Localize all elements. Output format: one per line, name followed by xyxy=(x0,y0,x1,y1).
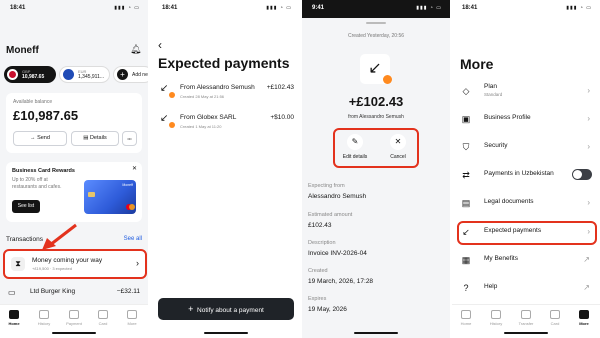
grid-icon xyxy=(579,310,589,319)
tab-card[interactable]: Card xyxy=(89,310,117,326)
home-icon xyxy=(9,310,19,319)
chip-icon xyxy=(88,192,95,197)
grid-icon xyxy=(127,310,137,319)
see-all-link[interactable]: See all xyxy=(124,236,142,242)
status-bar: 9:41 ▮▮▮ ◔ ▭ xyxy=(302,0,450,18)
card-icon: ▭ xyxy=(8,288,16,297)
account-chip-eur[interactable]: EUR 1,345,911... xyxy=(59,66,110,83)
tab-card[interactable]: Card xyxy=(541,310,569,326)
tab-history[interactable]: History xyxy=(482,310,510,326)
tab-more[interactable]: More xyxy=(118,310,146,326)
details-button[interactable]: ▤ Details xyxy=(71,131,119,146)
external-link-icon: ↗ xyxy=(583,255,590,264)
home-indicator xyxy=(504,332,548,334)
page-title: More xyxy=(460,56,494,72)
see-list-button[interactable]: See list xyxy=(12,200,40,213)
status-time: 18:41 xyxy=(462,5,478,11)
tx-title: Ltd Burger King xyxy=(30,288,76,295)
pending-badge-icon xyxy=(383,75,392,84)
home-indicator xyxy=(354,332,398,334)
close-icon[interactable]: ✕ xyxy=(132,165,137,172)
plus-icon: + xyxy=(117,69,128,80)
payment-amount: +£102.43 xyxy=(348,94,404,109)
plus-icon: + xyxy=(188,304,194,314)
balance-card: Available balance £10,987.65 → Send ▤ De… xyxy=(6,93,142,153)
card-icon xyxy=(98,310,108,319)
external-link-icon: ↗ xyxy=(583,283,590,292)
chevron-right-icon: › xyxy=(587,114,590,123)
expected-item[interactable]: ↙ From Alessandro Semush Created 28 May … xyxy=(152,80,300,106)
status-icons: ▮▮▮ ◔ ▭ xyxy=(266,5,292,11)
menu-item-plan[interactable]: ◇ Plan Standard › xyxy=(460,82,592,102)
more-screen: 18:41 ▮▮▮ ◔ ▭ More ◇ Plan Standard › ▣ B… xyxy=(452,0,600,338)
app-logo: Moneff xyxy=(6,45,39,56)
status-icons: ▮▮▮ ◔ ▭ xyxy=(566,5,592,11)
chevron-right-icon: › xyxy=(587,142,590,151)
business-card-image: Moneff xyxy=(84,180,136,214)
transfer-icon xyxy=(69,310,79,319)
gift-icon: ▦ xyxy=(461,255,471,265)
eu-flag-icon xyxy=(63,69,74,80)
tx-amount: −£32.11 xyxy=(116,288,140,295)
payment-detail-screen: 9:41 ▮▮▮ ◔ ▭ Created Yesterday, 20:56 ↙ … xyxy=(302,0,450,338)
pending-badge-icon xyxy=(169,92,175,98)
tab-transfer[interactable]: Transfer xyxy=(512,310,540,326)
incoming-arrow-icon: ↙ xyxy=(160,113,169,124)
bell-icon[interactable]: 🔔︎ xyxy=(130,44,141,55)
chevron-right-icon: › xyxy=(587,198,590,207)
incoming-arrow-icon: ↙ xyxy=(160,83,169,94)
uk-flag-icon xyxy=(7,69,18,80)
balance-amount: £10,987.65 xyxy=(13,108,79,123)
menu-item-payments-uzbekistan: ⇄ Payments in Uzbekistan xyxy=(460,166,592,186)
tab-home[interactable]: Home xyxy=(0,310,28,326)
status-icons: ▮▮▮ ◔ ▭ xyxy=(114,5,140,11)
tab-history[interactable]: History xyxy=(30,310,58,326)
menu-item-security[interactable]: ⛉ Security › xyxy=(460,138,592,158)
transfer-icon: ⇄ xyxy=(462,170,470,180)
home-screen: 18:41 ▮▮▮ ◔ ▭ Moneff 🔔︎ GBP 10,987.65 EU… xyxy=(0,0,148,338)
help-icon: ? xyxy=(463,283,469,293)
status-time: 18:41 xyxy=(10,5,26,11)
chevron-right-icon: › xyxy=(587,86,590,95)
tab-home[interactable]: Home xyxy=(452,310,480,326)
status-time: 18:41 xyxy=(162,5,178,11)
card-icon xyxy=(550,310,560,319)
status-icons: ▮▮▮ ◔ ▭ xyxy=(416,5,442,11)
highlight-money-coming xyxy=(3,249,147,279)
tab-more[interactable]: More xyxy=(570,310,598,326)
highlight-actions xyxy=(333,128,419,168)
expected-item[interactable]: ↙ From Globex SARL Created 1 May at 11:2… xyxy=(152,110,300,136)
account-chip-gbp[interactable]: GBP 10,987.65 xyxy=(4,66,56,83)
home-indicator xyxy=(204,332,248,334)
sheet-handle[interactable] xyxy=(366,22,386,24)
clock-icon xyxy=(39,310,49,319)
briefcase-icon: ▣ xyxy=(461,114,471,124)
expected-payments-screen: 18:41 ▮▮▮ ◔ ▭ ‹ Expected payments ↙ From… xyxy=(152,0,300,338)
add-account-chip[interactable]: + Add ne xyxy=(113,66,148,83)
highlight-expected-payments xyxy=(457,221,597,245)
home-icon xyxy=(461,310,471,319)
send-button[interactable]: → Send xyxy=(13,131,67,146)
diamond-icon: ◇ xyxy=(462,86,470,96)
more-actions-button[interactable]: ••• xyxy=(122,131,137,146)
document-icon: ▤ xyxy=(461,198,471,208)
promo-card[interactable]: Business Card Rewards ✕ Up to 20% off at… xyxy=(6,162,142,222)
menu-item-my-benefits[interactable]: ▦ My Benefits ↗ xyxy=(460,251,592,271)
home-indicator xyxy=(52,332,96,334)
annotation-arrow xyxy=(42,223,77,250)
page-title: Expected payments xyxy=(158,55,290,71)
menu-item-legal-documents[interactable]: ▤ Legal documents › xyxy=(460,194,592,214)
menu-item-help[interactable]: ? Help ↗ xyxy=(460,279,592,299)
pending-badge-icon xyxy=(169,122,175,128)
status-time: 9:41 xyxy=(312,5,325,11)
transfer-icon xyxy=(521,310,531,319)
notify-payment-button[interactable]: + Notify about a payment xyxy=(158,298,294,320)
back-icon[interactable]: ‹ xyxy=(158,38,162,52)
uzbekistan-toggle[interactable] xyxy=(572,169,592,180)
clock-icon xyxy=(491,310,501,319)
menu-item-business-profile[interactable]: ▣ Business Profile › xyxy=(460,110,592,130)
shield-icon: ⛉ xyxy=(462,142,470,152)
tab-payment[interactable]: Payment xyxy=(60,310,88,326)
